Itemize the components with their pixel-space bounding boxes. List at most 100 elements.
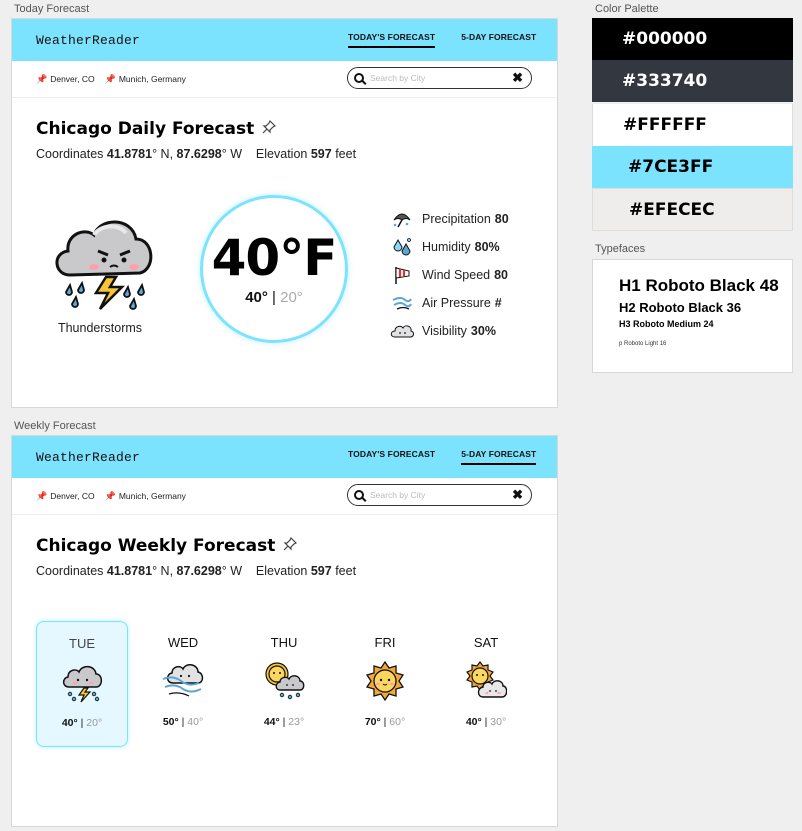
type-sample-h1: H1 Roboto Black 48 [619,276,779,295]
clear-search-icon[interactable]: ✖ [512,70,523,86]
temp-low: 20° [86,717,103,729]
stat-value: 80% [474,240,500,254]
location-bar: 📌Denver, CO 📌Munich, Germany ✖ [12,61,557,98]
location-label: Munich, Germany [118,491,186,501]
saved-location-denver[interactable]: 📌 Denver, CO [36,491,95,502]
coordinates-line: Coordinates 41.8781° N, 87.6298° W Eleva… [36,147,356,161]
temp-separator: | [272,288,276,306]
elevation-value: 597 [310,147,332,161]
nav: TODAY'S FORECAST 5-DAY FORECAST [322,436,537,478]
lat-suffix: ° N, [152,147,174,161]
city-search: ✖ [347,67,532,89]
day-card-tue[interactable]: TUE 40° | 20° [36,621,128,747]
day-name: WED [167,635,199,650]
stat-wind-speed: Wind Speed 80 [390,261,509,289]
brand-logo[interactable]: WeatherReader [36,450,140,465]
day-list: TUE 40° | 20° WED 50° | 40° THU 44° | 23… [36,621,541,747]
umbrella-icon [390,209,414,229]
temp-separator: | [383,716,387,728]
elevation-label: Elevation [255,564,308,578]
type-sample-p: p Roboto Light 16 [619,341,667,347]
thunderstorm-icon [48,207,156,317]
elevation-value: 597 [310,564,332,578]
temp-range: 40° | 20° [245,289,303,306]
sun-icon [365,660,405,702]
temp-high: 40° [61,717,78,729]
temp-separator: | [484,716,488,728]
condition-label: Thunderstorms [57,321,143,335]
search-icon[interactable] [354,490,364,500]
pin-icon: 📌 [104,490,116,501]
search-input[interactable] [370,73,510,83]
temperature-ring: 40°F 40° | 20° [200,195,348,343]
temp-high: 70° [364,716,381,728]
stat-air-pressure: Air Pressure # [390,289,509,317]
elevation-unit: feet [335,147,357,161]
day-temp-range: 50° | 40° [163,716,203,728]
search-input[interactable] [370,490,510,500]
weekly-forecast-card: WeatherReader TODAY'S FORECAST 5-DAY FOR… [11,435,558,827]
page-title-text: Chicago Weekly Forecast [36,536,276,556]
temp-separator: | [80,717,84,729]
nav-5day-forecast[interactable]: 5-DAY FORECAST [461,32,536,48]
day-temp-range: 40° | 20° [62,717,102,729]
coords-label: Coordinates [36,147,104,161]
latitude: 41.8781 [106,564,153,578]
day-card-thu[interactable]: THU 44° | 23° [238,621,330,747]
page-title-text: Chicago Daily Forecast [36,119,255,139]
stat-precipitation: Precipitation 80 [390,205,509,233]
longitude: 87.6298 [176,564,222,578]
day-card-fri[interactable]: FRI 70° | 60° [339,621,431,747]
typefaces-frame-label: Typefaces [595,243,646,255]
wind-icon [390,293,414,313]
day-temp-range: 40° | 30° [466,716,506,728]
temp-low: 20° [280,288,303,306]
lon-suffix: ° W [221,564,243,578]
pin-icon: 📌 [104,73,116,84]
top-nav-bar: WeatherReader TODAY'S FORECAST 5-DAY FOR… [12,436,557,478]
coords-label: Coordinates [36,564,104,578]
city-search: ✖ [347,484,532,506]
stat-value: 30% [470,324,496,338]
swatch-white: #FFFFFF [592,104,793,146]
nav-5day-forecast[interactable]: 5-DAY FORECAST [461,449,537,465]
day-card-sat[interactable]: SAT 40° | 30° [440,621,532,747]
stat-value: # [494,296,502,310]
day-temp-range: 70° | 60° [365,716,405,728]
pin-location-icon[interactable] [283,536,298,555]
saved-location-munich[interactable]: 📌 Munich, Germany [105,491,186,502]
brand-logo[interactable]: WeatherReader [36,33,140,48]
temp-low: 30° [490,716,507,728]
longitude: 87.6298 [176,147,222,161]
search-icon[interactable] [354,73,364,83]
pin-icon: 📌 [36,490,48,501]
day-name: SAT [473,635,499,650]
weather-stats: Precipitation 80 Humidity 80% Wind Speed 80… [390,205,509,345]
stat-label: Visibility [422,324,467,338]
stat-label: Humidity [422,240,471,254]
stat-label: Precipitation [422,212,491,226]
saved-location-denver[interactable]: 📌 Denver, CO [36,74,95,85]
temp-low: 40° [187,716,204,728]
nav-today-forecast[interactable]: TODAY'S FORECAST [348,32,436,48]
temp-high: 40° [465,716,482,728]
day-name: TUE [69,636,95,651]
clear-search-icon[interactable]: ✖ [512,487,523,503]
weekly-frame-label: Weekly Forecast [14,420,96,432]
windy-rain-icon [161,660,205,702]
type-sample-h3: H3 Roboto Medium 24 [619,319,714,329]
location-label: Denver, CO [50,491,95,501]
sun-rain-icon [262,660,306,702]
saved-location-munich[interactable]: 📌 Munich, Germany [105,74,186,85]
pin-location-icon[interactable] [262,119,277,138]
today-frame-label: Today Forecast [14,3,90,15]
temp-separator: | [282,716,286,728]
day-temp-range: 44° | 23° [264,716,304,728]
nav-today-forecast[interactable]: TODAY'S FORECAST [348,449,435,465]
nav: TODAY'S FORECAST 5-DAY FORECAST [322,19,536,61]
windsock-icon [390,265,414,285]
cloud-icon [390,321,414,341]
day-card-wed[interactable]: WED 50° | 40° [137,621,229,747]
stat-label: Wind Speed [422,268,491,282]
current-temperature: 40°F [211,228,338,287]
